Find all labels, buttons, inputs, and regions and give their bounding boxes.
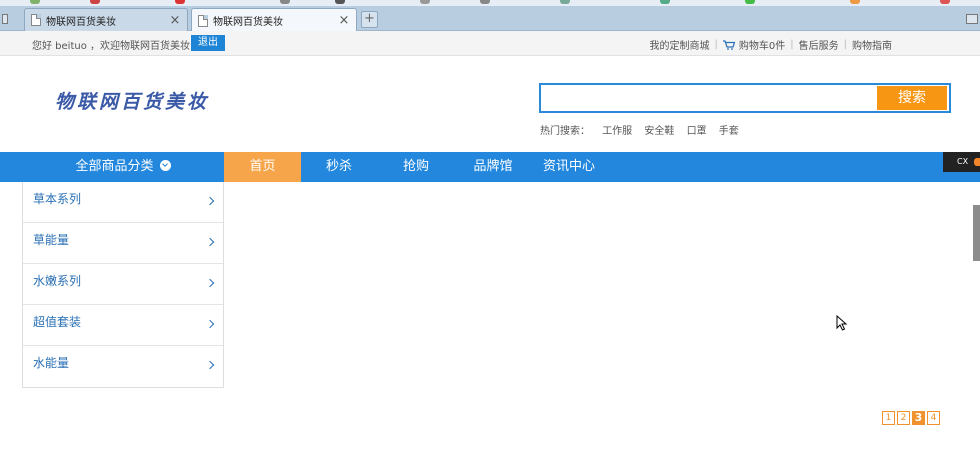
chevron-down-icon [159, 160, 171, 171]
category-item[interactable]: 草能量 [23, 223, 223, 264]
hot-search-term[interactable]: 口罩 [687, 126, 707, 137]
category-label: 草本系列 [33, 192, 82, 206]
link-cart[interactable]: 购物车0件 [739, 37, 785, 52]
page-icon [198, 14, 208, 27]
category-item[interactable]: 水嫩系列 [23, 264, 223, 305]
nav-item-rush-buy[interactable]: 抢购 [387, 152, 445, 182]
link-my-store[interactable]: 我的定制商城 [650, 37, 710, 52]
browser-tab-2[interactable]: 物联网百货美妆 × [191, 8, 357, 32]
nav-item-flash-sale[interactable]: 秒杀 [310, 152, 368, 182]
mouse-cursor-icon [836, 314, 848, 331]
chevron-right-icon [205, 237, 215, 247]
browser-tab-1[interactable]: 物联网百货美妆 × [24, 8, 188, 31]
category-item[interactable]: 水能量 [23, 346, 223, 387]
divider: | [790, 39, 794, 50]
page-scrollbar[interactable] [973, 205, 980, 261]
link-after-sales[interactable]: 售后服务 [799, 37, 839, 52]
chevron-right-icon [205, 360, 215, 370]
hot-search: 热门搜索： 工作服 安全鞋 口罩 手套 [540, 122, 748, 137]
category-item[interactable]: 草本系列 [23, 182, 223, 223]
search-input[interactable] [543, 87, 873, 109]
category-label: 草能量 [33, 233, 70, 247]
nav-item-news[interactable]: 资讯中心 [537, 152, 601, 182]
all-categories-label: 全部商品分类 [75, 159, 154, 174]
pager-page-3[interactable]: 3 [912, 411, 925, 425]
pager-page-1[interactable]: 1 [882, 411, 895, 425]
chevron-right-icon [205, 278, 215, 288]
category-item[interactable]: 超值套装 [23, 305, 223, 346]
hot-search-term[interactable]: 安全鞋 [644, 126, 674, 137]
top-links: 我的定制商城 | 购物车0件 | 售后服务 | 购物指南 [650, 37, 893, 52]
site-logo[interactable]: 物联网百货美妆 [55, 87, 209, 114]
banner-pager: 1 2 3 4 [882, 411, 942, 425]
hot-search-label: 热门搜索： [540, 126, 590, 137]
cart-icon [722, 39, 736, 50]
tab-close-icon[interactable]: × [169, 13, 181, 28]
pager-page-2[interactable]: 2 [897, 411, 910, 425]
category-sidebar: 草本系列 草能量 水嫩系列 超值套装 水能量 [22, 182, 224, 388]
pager-page-4[interactable]: 4 [927, 411, 940, 425]
new-tab-button[interactable]: + [361, 11, 378, 28]
divider: | [843, 39, 847, 50]
floating-cx-widget[interactable]: CX [943, 152, 980, 172]
hot-search-term[interactable]: 手套 [719, 126, 739, 137]
window-menu-icon[interactable] [966, 14, 978, 24]
site-topbar: 您好 beituo ，欢迎物联网百货美妆! 退出 我的定制商城 | 购物车0件 … [0, 31, 980, 56]
page-icon [31, 14, 41, 26]
chevron-right-icon [205, 196, 215, 206]
tab-title: 物联网百货美妆 [213, 17, 283, 28]
all-categories-button[interactable]: 全部商品分类 [22, 152, 224, 182]
greeting-text: 您好 beituo ，欢迎物联网百货美妆! [32, 41, 195, 52]
hot-search-term[interactable]: 工作服 [602, 126, 632, 137]
divider: | [714, 39, 718, 50]
main-nav: 全部商品分类 首页 秒杀 抢购 品牌馆 资讯中心 [0, 152, 980, 182]
search-button[interactable]: 搜索 [877, 86, 947, 110]
bookmark-row [0, 0, 980, 6]
category-label: 水嫩系列 [33, 274, 82, 288]
chevron-right-icon [205, 319, 215, 329]
nav-item-brands[interactable]: 品牌馆 [462, 152, 524, 182]
search-box: 搜索 [539, 83, 951, 113]
nav-item-home[interactable]: 首页 [224, 152, 301, 182]
logout-button[interactable]: 退出 [191, 35, 225, 51]
tab-close-icon[interactable]: × [338, 13, 350, 28]
link-shopping-guide[interactable]: 购物指南 [852, 37, 892, 52]
browser-tab-strip: 物联网百货美妆 × 物联网百货美妆 × + [0, 0, 980, 32]
tab-list-button[interactable] [2, 14, 8, 24]
category-label: 超值套装 [33, 315, 82, 329]
category-label: 水能量 [33, 356, 70, 370]
tab-title: 物联网百货美妆 [46, 16, 116, 28]
